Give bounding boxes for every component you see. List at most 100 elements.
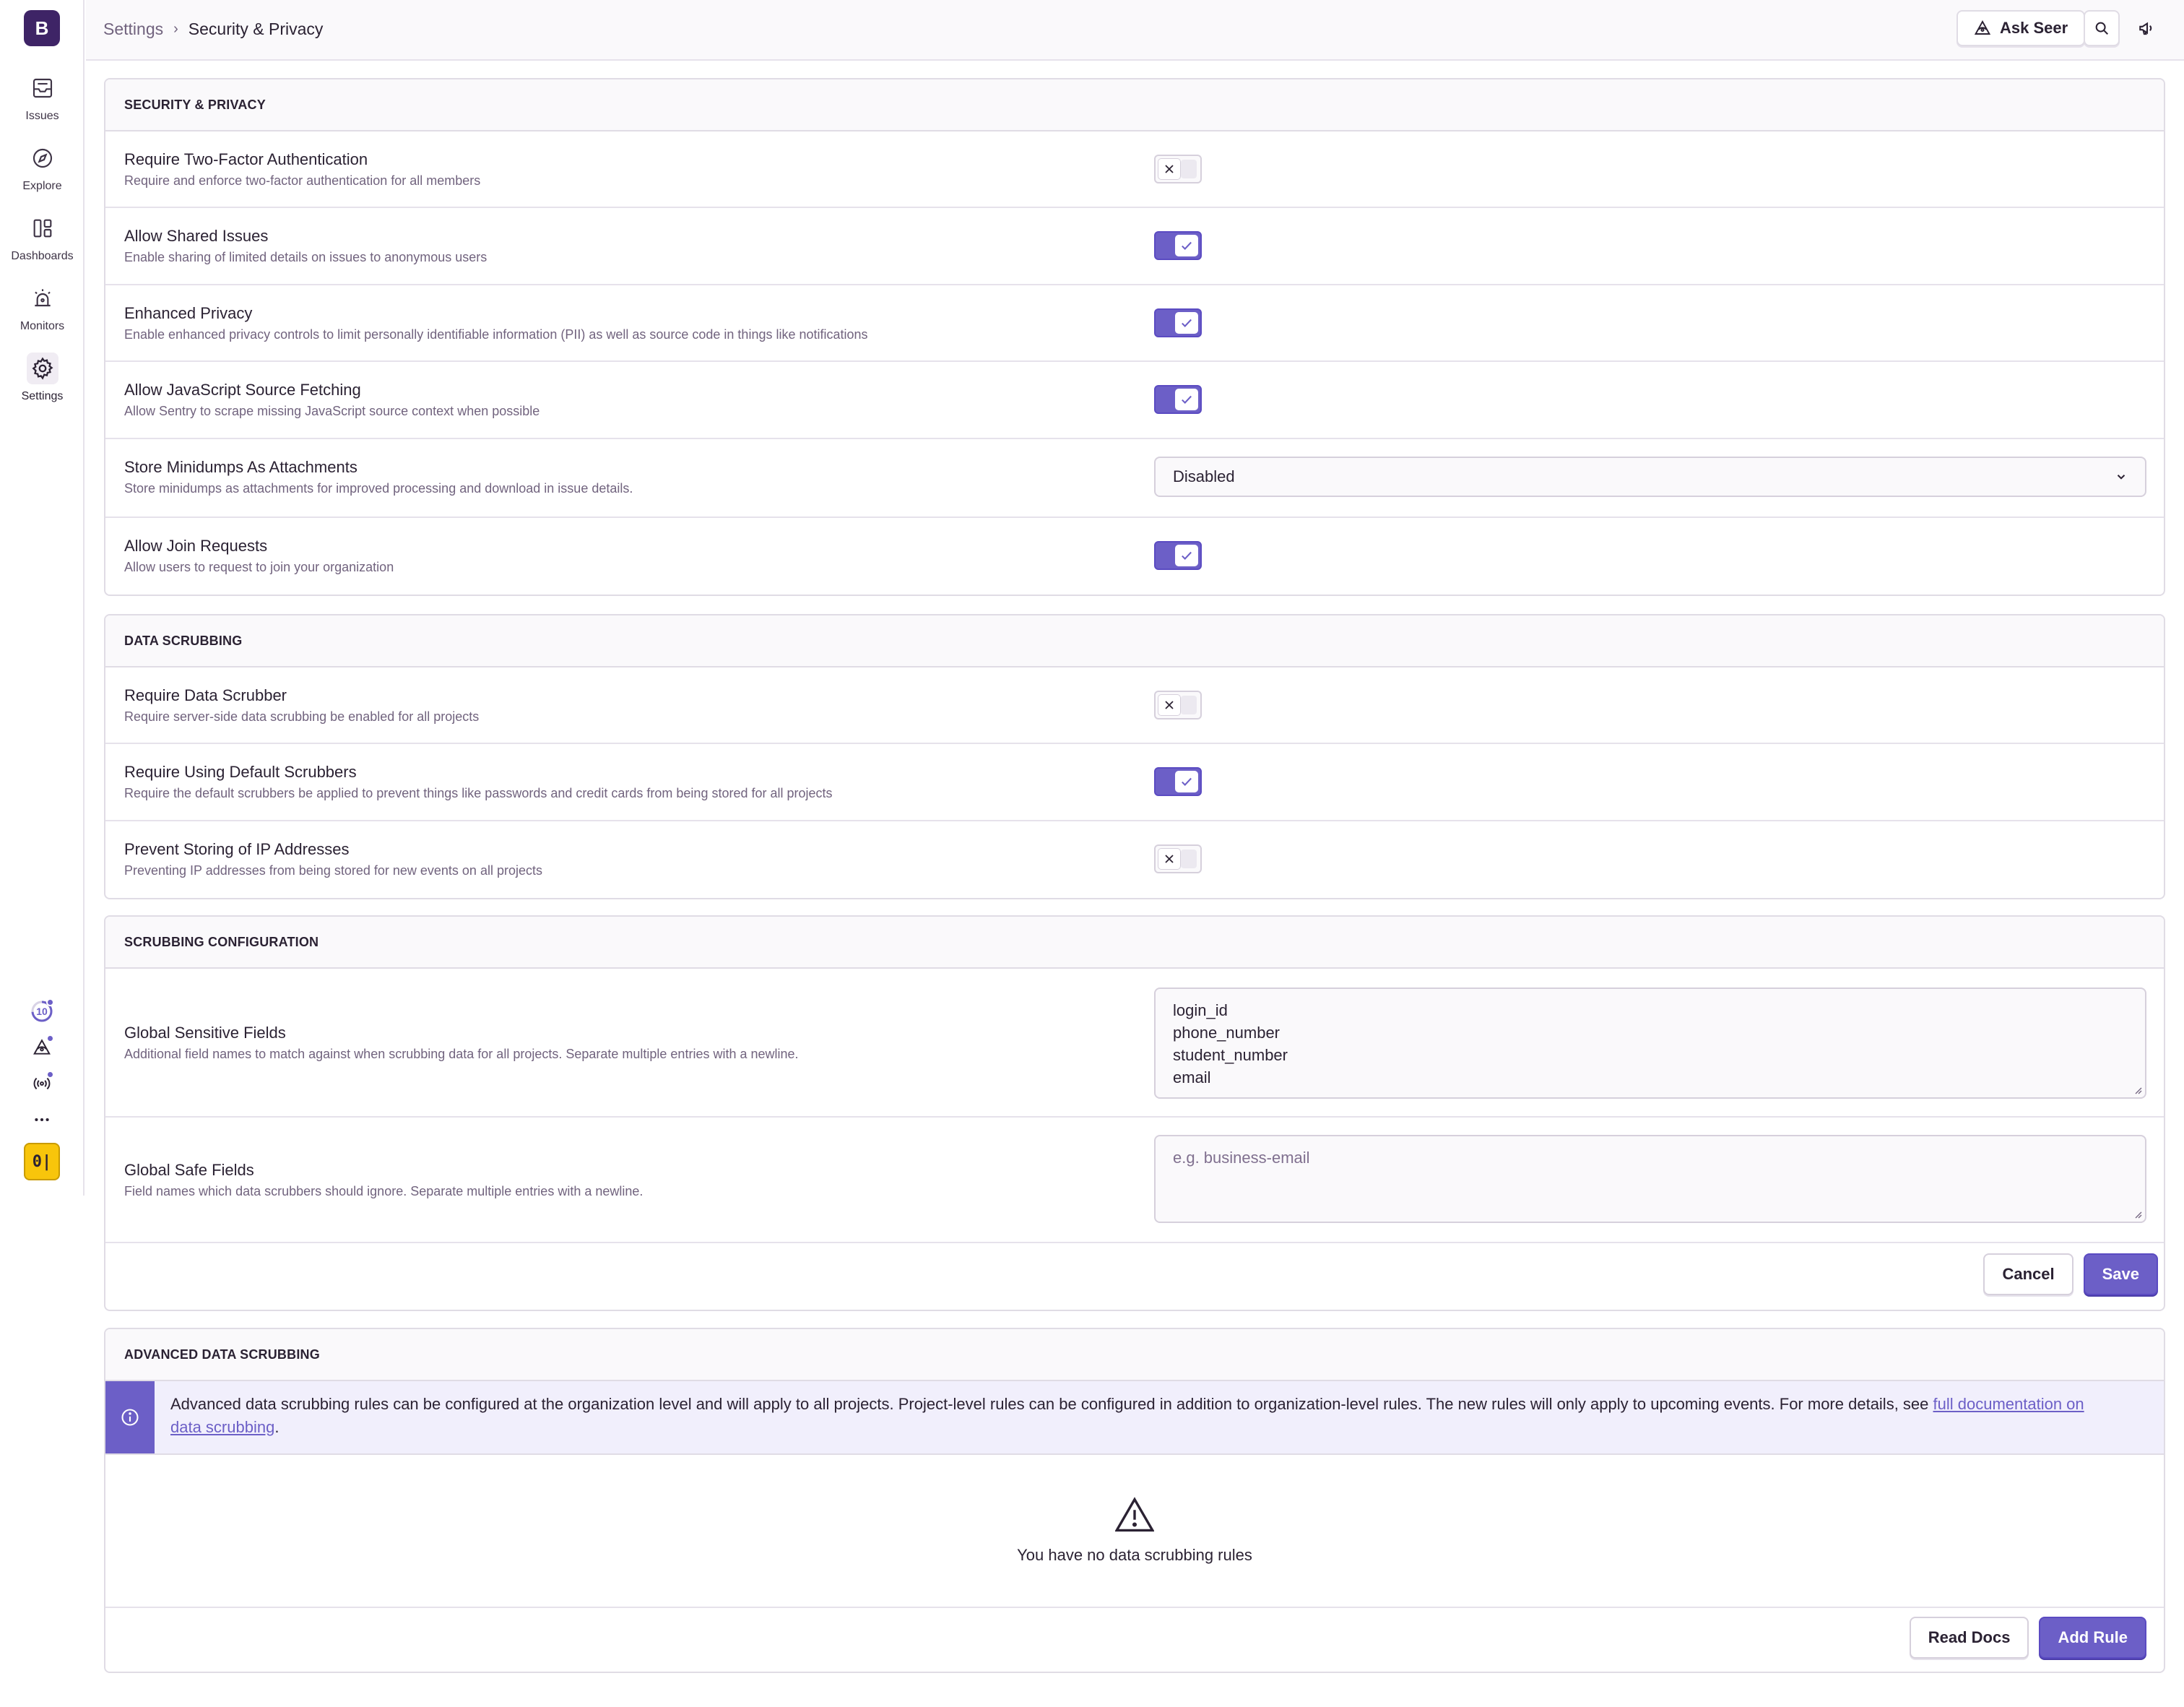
breadcrumb: Settings › Security & Privacy: [103, 20, 323, 39]
alert-message-end: .: [274, 1418, 280, 1436]
setting-description: Preventing IP addresses from being store…: [124, 863, 542, 878]
dev-toolbar-button[interactable]: 0|: [24, 1143, 60, 1180]
sidebar-item-dashboards[interactable]: Dashboards: [0, 212, 84, 277]
save-button[interactable]: Save: [2083, 1253, 2158, 1295]
setting-description: Additional field names to match against …: [124, 1047, 799, 1061]
cancel-button[interactable]: Cancel: [1983, 1253, 2074, 1295]
seer-icon: [1974, 20, 1991, 35]
inbox-icon: [27, 72, 58, 104]
breadcrumb-settings-link[interactable]: Settings: [103, 20, 163, 39]
empty-state: You have no data scrubbing rules: [105, 1455, 2164, 1608]
alert-message: Advanced data scrubbing rules can be con…: [170, 1395, 1933, 1413]
security-privacy-panel: SECURITY & PRIVACY Require Two-Factor Au…: [104, 78, 2165, 596]
setting-description: Field names which data scrubbers should …: [124, 1184, 644, 1198]
sidebar-item-label: Monitors: [20, 320, 65, 332]
sidebar-item-label: Issues: [25, 110, 59, 122]
sidebar-item-monitors[interactable]: Monitors: [0, 282, 84, 347]
siren-icon: [27, 282, 58, 314]
default-scrubbers-toggle[interactable]: [1154, 767, 1202, 796]
prevent-ip-storage-toggle[interactable]: [1154, 844, 1202, 873]
form-actions: Cancel Save: [105, 1243, 2164, 1310]
search-button[interactable]: [2084, 10, 2120, 46]
x-icon: [1158, 848, 1181, 870]
setting-title: Allow Join Requests: [124, 537, 268, 555]
checkmark-icon: [1175, 771, 1198, 792]
notification-dot: [46, 1071, 54, 1079]
sidebar-item-label: Dashboards: [11, 250, 74, 262]
panel-header: SCRUBBING CONFIGURATION: [105, 917, 2164, 969]
alert-text: Advanced data scrubbing rules can be con…: [170, 1393, 2084, 1439]
ask-seer-button[interactable]: Ask Seer: [1956, 10, 2086, 46]
select-value: Disabled: [1173, 467, 1235, 485]
read-docs-button[interactable]: Read Docs: [1909, 1617, 2029, 1659]
chevron-down-icon: [2117, 475, 2126, 480]
js-source-fetching-toggle[interactable]: [1154, 385, 1202, 414]
setting-title: Require Data Scrubber: [124, 686, 287, 704]
store-minidumps-select[interactable]: Disabled: [1154, 457, 2146, 497]
setting-row-shared-issues: Allow Shared Issues Enable sharing of li…: [105, 208, 2164, 285]
setting-title: Require Using Default Scrubbers: [124, 763, 357, 781]
sidebar-item-label: Explore: [22, 180, 62, 192]
data-scrubbing-panel: DATA SCRUBBING Require Data Scrubber Req…: [104, 614, 2165, 899]
setting-title: Global Safe Fields: [124, 1161, 254, 1179]
setting-title: Global Sensitive Fields: [124, 1024, 286, 1042]
scrubbing-configuration-panel: SCRUBBING CONFIGURATION Global Sensitive…: [104, 915, 2165, 1311]
setting-description: Require the default scrubbers be applied…: [124, 786, 833, 800]
panel-header: DATA SCRUBBING: [105, 615, 2164, 667]
setting-title: Require Two-Factor Authentication: [124, 150, 368, 168]
notification-dot: [46, 1034, 54, 1042]
textarea-placeholder: e.g. business-email: [1173, 1149, 1310, 1167]
more-button[interactable]: [24, 1104, 60, 1136]
setting-title: Allow Shared Issues: [124, 227, 269, 245]
megaphone-icon: [2139, 22, 2152, 35]
checkmark-icon: [1175, 312, 1198, 334]
enhanced-privacy-toggle[interactable]: [1154, 308, 1202, 337]
rules-actions: Read Docs Add Rule: [105, 1608, 2164, 1672]
setting-row-global-sensitive-fields: Global Sensitive Fields Additional field…: [105, 969, 2164, 1118]
resize-handle-icon[interactable]: [2132, 1084, 2142, 1094]
setting-row-store-minidumps: Store Minidumps As Attachments Store min…: [105, 439, 2164, 518]
textarea-line: login_id: [1173, 1001, 1228, 1019]
setting-description: Enable enhanced privacy controls to limi…: [124, 327, 868, 342]
two-factor-toggle[interactable]: [1154, 155, 1202, 183]
sidebar-item-label: Settings: [21, 390, 64, 402]
empty-state-message: You have no data scrubbing rules: [1017, 1546, 1252, 1564]
setting-title: Enhanced Privacy: [124, 304, 253, 322]
ask-seer-label: Ask Seer: [2000, 19, 2068, 37]
setting-row-default-scrubbers: Require Using Default Scrubbers Require …: [105, 744, 2164, 821]
top-bar: Settings › Security & Privacy Ask Seer: [86, 0, 2184, 61]
setting-row-js-source-fetching: Allow JavaScript Source Fetching Allow S…: [105, 362, 2164, 439]
onboarding-count: 10: [36, 1006, 48, 1017]
seer-button[interactable]: [24, 1032, 60, 1063]
add-rule-button[interactable]: Add Rule: [2039, 1617, 2146, 1659]
gear-icon: [26, 353, 58, 384]
x-icon: [1158, 158, 1181, 180]
shared-issues-toggle[interactable]: [1154, 231, 1202, 260]
org-avatar[interactable]: B: [24, 10, 60, 46]
ellipsis-icon: [35, 1118, 49, 1122]
setting-title: Store Minidumps As Attachments: [124, 458, 358, 476]
search-icon: [2095, 22, 2108, 35]
setting-description: Allow users to request to join your orga…: [124, 560, 394, 574]
feedback-button[interactable]: [2135, 16, 2159, 40]
sidebar-item-explore[interactable]: Explore: [0, 142, 84, 207]
resize-handle-icon[interactable]: [2132, 1209, 2142, 1219]
info-icon: [105, 1381, 155, 1453]
setting-row-prevent-ip-storage: Prevent Storing of IP Addresses Preventi…: [105, 821, 2164, 898]
setting-description: Require and enforce two-factor authentic…: [124, 173, 481, 188]
notification-dot: [46, 998, 54, 1006]
global-sensitive-fields-textarea[interactable]: login_id phone_number student_number ema…: [1154, 988, 2146, 1099]
onboarding-button[interactable]: 10: [24, 995, 60, 1027]
join-requests-toggle[interactable]: [1154, 541, 1202, 570]
global-safe-fields-textarea[interactable]: e.g. business-email: [1154, 1135, 2146, 1223]
checkmark-icon: [1175, 389, 1198, 410]
sidebar-item-settings[interactable]: Settings: [0, 353, 84, 418]
require-data-scrubber-toggle[interactable]: [1154, 691, 1202, 719]
setting-description: Store minidumps as attachments for impro…: [124, 481, 633, 496]
broadcasts-button[interactable]: [24, 1068, 60, 1099]
checkmark-icon: [1175, 545, 1198, 566]
sidebar-item-issues[interactable]: Issues: [0, 72, 84, 137]
setting-title: Allow JavaScript Source Fetching: [124, 381, 361, 399]
advanced-data-scrubbing-panel: ADVANCED DATA SCRUBBING Advanced data sc…: [104, 1328, 2165, 1673]
textarea-line: phone_number: [1173, 1024, 1280, 1042]
